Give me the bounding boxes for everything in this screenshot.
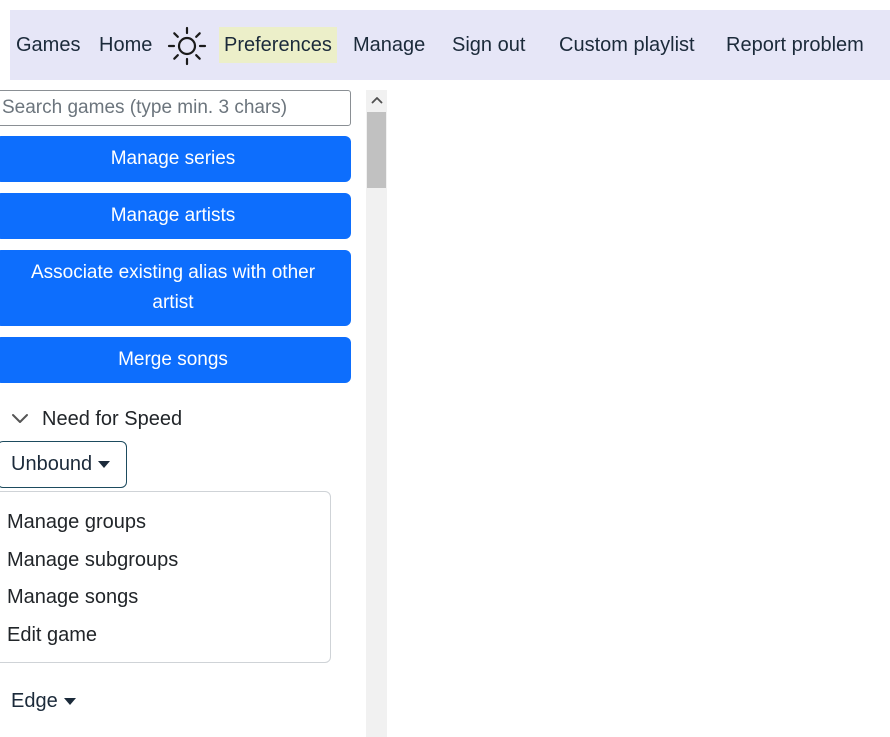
dropdown-menu: Manage groups Manage subgroups Manage so… bbox=[0, 491, 331, 663]
scroll-thumb[interactable] bbox=[367, 112, 386, 188]
associate-alias-button[interactable]: Associate existing alias with other arti… bbox=[0, 250, 351, 326]
tree-game-need-for-speed[interactable]: Need for Speed bbox=[0, 402, 182, 436]
menu-item-manage-songs[interactable]: Manage songs bbox=[0, 579, 330, 617]
dropdown-label: Unbound bbox=[11, 453, 93, 475]
menu-item-edit-game[interactable]: Edit game bbox=[0, 617, 330, 655]
search-input[interactable] bbox=[0, 90, 351, 126]
sidebar-scrollbar[interactable] bbox=[366, 90, 387, 737]
nav-report-problem[interactable]: Report problem bbox=[726, 27, 864, 63]
dropdown-label: Edge bbox=[11, 689, 58, 712]
chevron-down-icon bbox=[12, 414, 28, 423]
edge-dropdown-button[interactable]: Edge bbox=[11, 686, 76, 716]
manage-series-button[interactable]: Manage series bbox=[0, 136, 351, 182]
nav-home[interactable]: Home bbox=[99, 27, 152, 63]
theme-toggle-button[interactable] bbox=[166, 26, 208, 66]
chevron-up-icon bbox=[371, 97, 382, 104]
manage-artists-button[interactable]: Manage artists bbox=[0, 193, 351, 239]
menu-item-manage-subgroups[interactable]: Manage subgroups bbox=[0, 542, 330, 580]
merge-songs-button[interactable]: Merge songs bbox=[0, 337, 351, 383]
sidebar: Manage series Manage artists Associate e… bbox=[0, 90, 366, 737]
nav-games[interactable]: Games bbox=[16, 27, 80, 63]
caret-down-icon bbox=[98, 461, 111, 468]
caret-down-icon bbox=[63, 697, 76, 705]
scroll-up-button[interactable] bbox=[366, 90, 387, 110]
unbound-dropdown-button[interactable]: Unbound bbox=[0, 441, 127, 488]
game-title: Need for Speed bbox=[42, 407, 183, 430]
menu-item-manage-groups[interactable]: Manage groups bbox=[0, 504, 330, 542]
nav-preferences[interactable]: Preferences bbox=[219, 27, 337, 63]
nav-custom-playlist[interactable]: Custom playlist bbox=[559, 27, 695, 63]
nav-sign-out[interactable]: Sign out bbox=[452, 27, 525, 63]
sun-icon bbox=[167, 26, 207, 66]
nav-manage[interactable]: Manage bbox=[353, 27, 425, 63]
